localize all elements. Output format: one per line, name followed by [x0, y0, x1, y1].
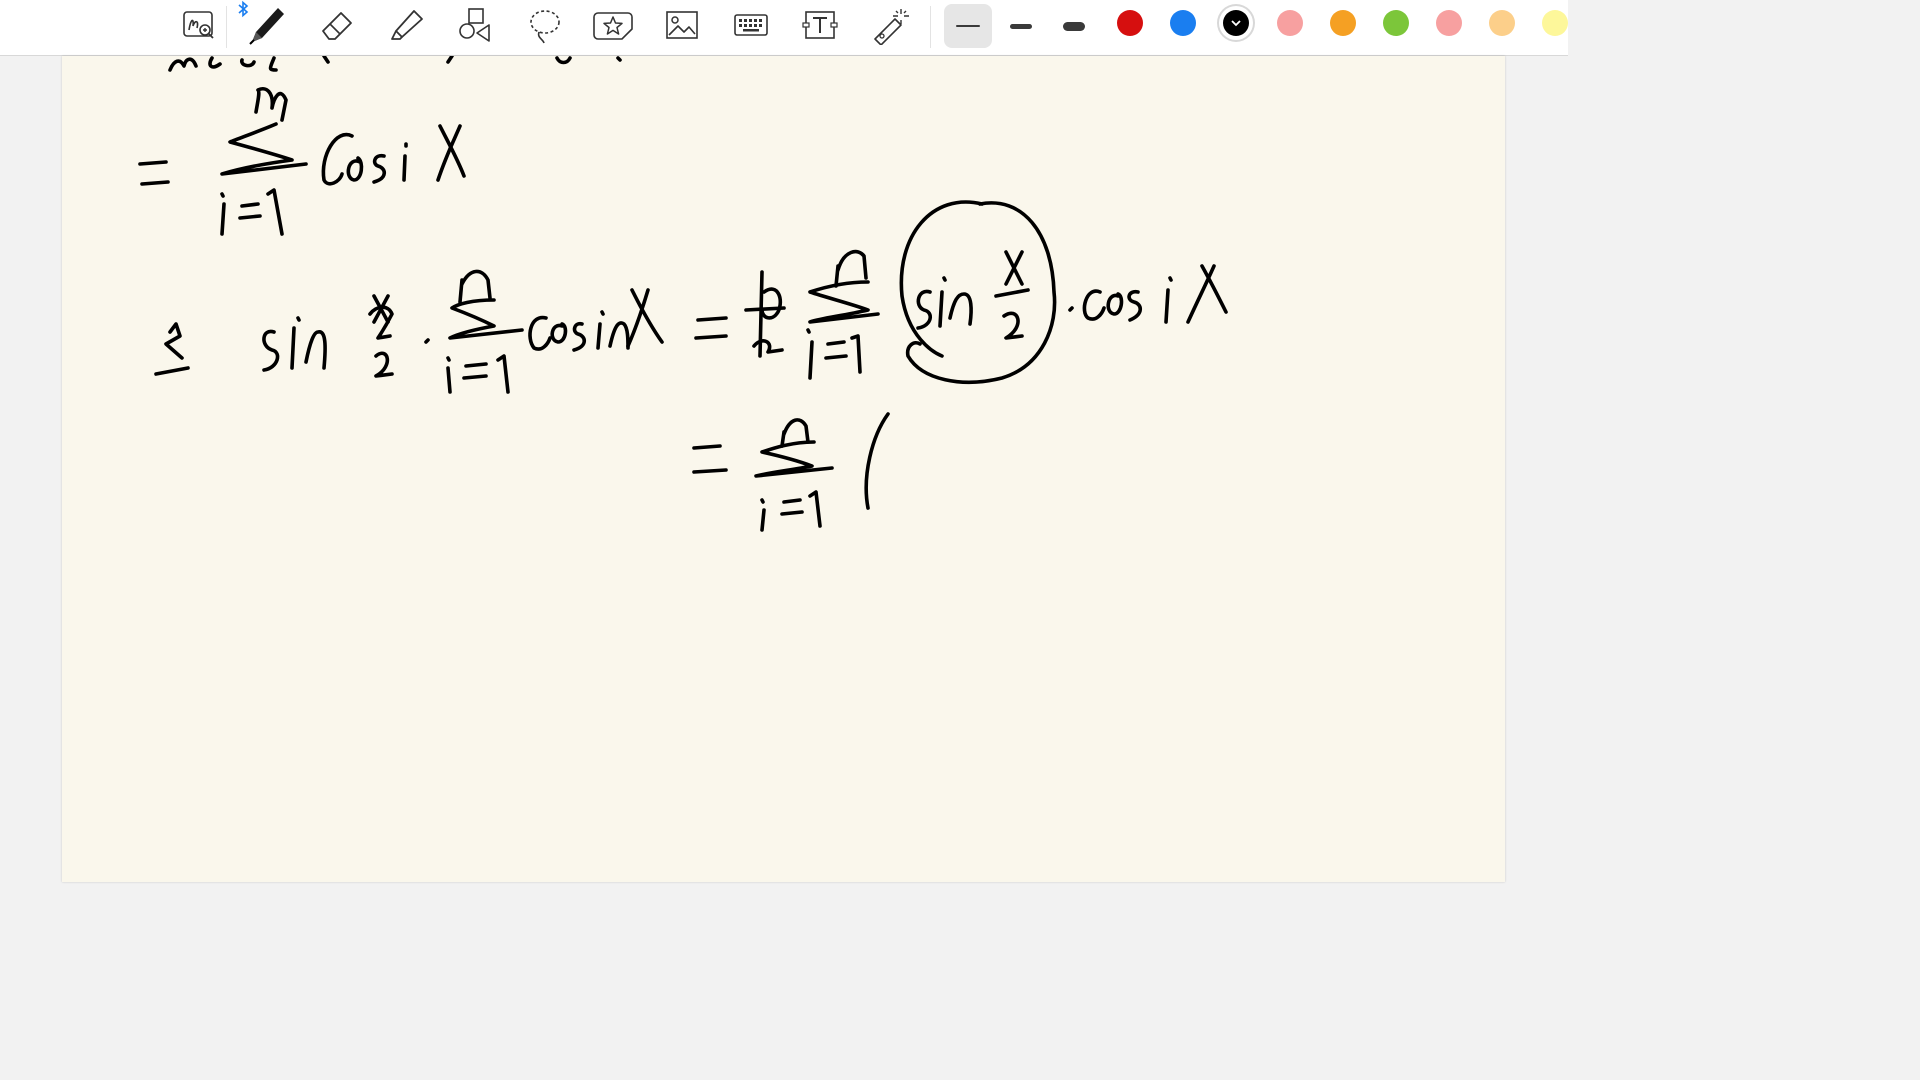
- shapes-icon: [459, 8, 490, 42]
- chevron-down-icon: [1231, 20, 1241, 27]
- sticker-tool[interactable]: [589, 4, 637, 46]
- lasso-tool[interactable]: [521, 4, 569, 46]
- color-swatch-peach[interactable]: [1489, 10, 1515, 36]
- laser-pointer-icon: [874, 9, 909, 45]
- note-page[interactable]: [62, 56, 1505, 882]
- color-swatch-orange[interactable]: [1330, 10, 1356, 36]
- image-tool[interactable]: [658, 4, 706, 46]
- ink-line-sin-product: [154, 200, 1228, 394]
- color-swatch-black[interactable]: [1223, 10, 1249, 36]
- toolbar-separator: [930, 6, 931, 48]
- zoom-window-tool[interactable]: [175, 4, 223, 46]
- stroke-width-thin-button[interactable]: [944, 4, 992, 48]
- color-swatch-red[interactable]: [1117, 10, 1143, 36]
- color-swatch-blue[interactable]: [1170, 10, 1196, 36]
- highlighter-tool[interactable]: [382, 4, 430, 46]
- canvas-area[interactable]: [0, 56, 1568, 882]
- lasso-icon: [530, 10, 560, 44]
- stroke-width-thick-button[interactable]: [1050, 4, 1098, 48]
- color-swatch-pink[interactable]: [1277, 10, 1303, 36]
- star-sticker-icon: [593, 12, 633, 40]
- toolbar-separator: [226, 6, 227, 48]
- keyboard-icon: [734, 14, 768, 36]
- ink-line-sum-cos: [138, 87, 466, 236]
- stroke-preview: [1010, 23, 1032, 29]
- text-tool[interactable]: [796, 4, 844, 46]
- keyboard-tool[interactable]: [727, 4, 775, 46]
- laser-pointer-tool[interactable]: [866, 4, 914, 46]
- pen-icon: [249, 8, 284, 45]
- zoom-window-icon: [183, 11, 214, 39]
- shapes-tool[interactable]: [451, 4, 499, 46]
- color-swatch-light-pink[interactable]: [1436, 10, 1462, 36]
- color-swatch-green[interactable]: [1383, 10, 1409, 36]
- stroke-preview: [1063, 21, 1085, 31]
- toolbar: [0, 0, 1568, 56]
- color-swatch-light-yellow[interactable]: [1542, 10, 1568, 36]
- ink-line-top-fragment: [168, 56, 622, 72]
- eraser-tool[interactable]: [313, 4, 361, 46]
- ink-line-sum-partial: [692, 412, 890, 532]
- handwritten-ink: [138, 56, 1228, 532]
- pen-tool[interactable]: [242, 4, 290, 46]
- image-icon: [666, 11, 698, 39]
- eraser-icon: [322, 12, 352, 40]
- highlighter-icon: [391, 10, 423, 40]
- stroke-preview: [956, 25, 980, 27]
- text-box-icon: [802, 11, 838, 39]
- stroke-width-medium-button[interactable]: [997, 4, 1045, 48]
